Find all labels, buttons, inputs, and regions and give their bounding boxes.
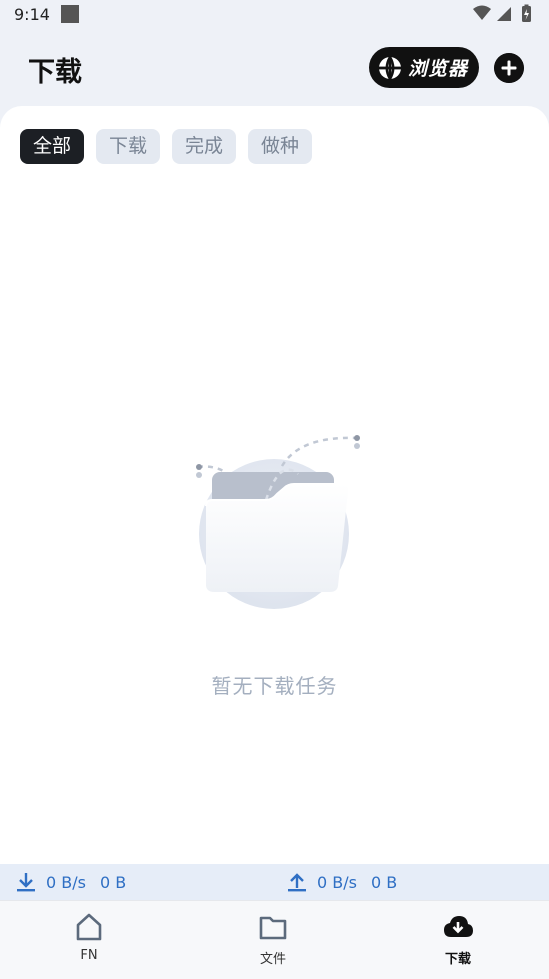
upload-speed: 0 B/s [317,872,357,892]
nav-item-download[interactable]: 下载 [408,911,508,973]
home-icon [76,913,102,941]
main-card: 全部 下载 完成 做种 暂无下载任务 [0,106,549,864]
wifi-icon [473,5,491,20]
nav-label-download: 下载 [444,952,471,967]
browser-button[interactable]: 浏览器 [369,47,479,88]
upload-arrow-icon [288,873,306,892]
globe-icon [379,55,401,80]
browser-button-label: 浏览器 [408,58,469,80]
empty-state-message: 暂无下载任务 [211,674,338,698]
download-total: 0 B [99,872,127,892]
plus-icon[interactable] [494,53,524,83]
download-stats: 0 B/s 0 B [16,864,130,900]
transfer-bar: 0 B/s 0 B 0 B/s 0 B [0,864,549,900]
notification-square-icon [61,5,79,23]
nav-label-files: 文件 [259,952,286,967]
empty-folder-illustration [196,435,360,609]
tab-downloading[interactable]: 下载 [96,129,161,164]
filter-tabs: 全部 下载 完成 做种 [20,129,313,164]
header: 下载 浏览器 [0,30,549,106]
download-speed: 0 B/s [46,872,86,892]
status-time: 9:14 [14,5,50,24]
page-title: 下载 [28,57,82,88]
tab-seeding[interactable]: 做种 [248,129,313,164]
nav-item-files[interactable]: 文件 [223,911,323,973]
nav-label-fn: FN [80,948,98,963]
download-arrow-icon [17,873,35,892]
bottom-nav: FN 文件 下载 [0,900,549,979]
upload-total: 0 B [370,872,398,892]
cloud-download-icon [444,916,473,937]
status-bar: 9:14 [0,0,549,30]
folder-icon [259,916,287,940]
signal-icon [497,7,511,21]
nav-item-fn[interactable]: FN [39,911,139,973]
tab-completed[interactable]: 完成 [172,129,237,164]
upload-stats: 0 B/s 0 B [287,864,401,900]
status-icons [473,4,531,22]
tab-all[interactable]: 全部 [20,129,85,164]
